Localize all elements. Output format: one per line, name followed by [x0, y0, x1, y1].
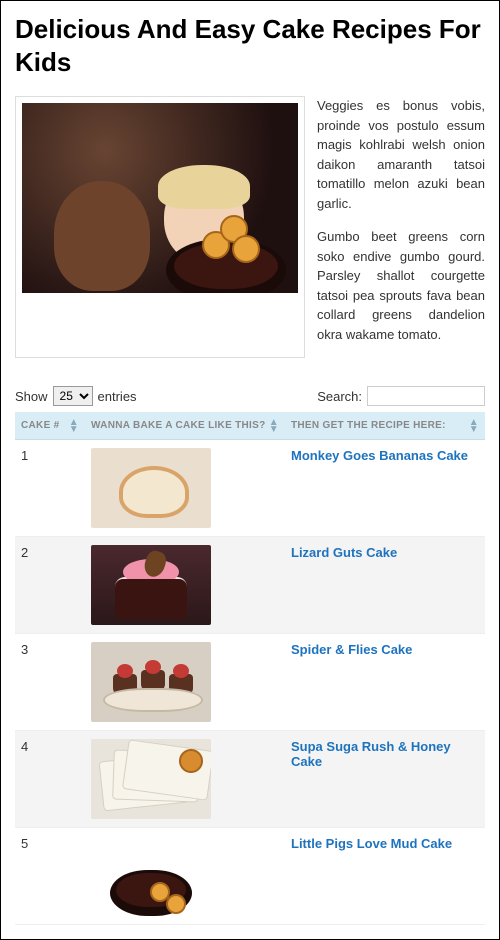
col-cake-number[interactable]: Cake # ▲▼ — [15, 412, 85, 440]
page-size-select[interactable]: 25 — [53, 386, 93, 406]
cell-thumbnail — [85, 828, 285, 925]
recipes-table: Cake # ▲▼ Wanna Bake A Cake Like This? ▲… — [15, 412, 485, 925]
cake-thumb — [91, 448, 211, 528]
show-entries-suffix: entries — [98, 389, 137, 404]
cell-thumbnail — [85, 537, 285, 634]
table-row: 4 Supa Suga Rush & Honey Cake — [15, 731, 485, 828]
recipe-link[interactable]: Monkey Goes Bananas Cake — [291, 448, 468, 463]
cell-number: 5 — [15, 828, 85, 925]
col-cake-image[interactable]: Wanna Bake A Cake Like This? ▲▼ — [85, 412, 285, 440]
cell-number: 4 — [15, 731, 85, 828]
sort-icon: ▲▼ — [469, 419, 479, 433]
hero-image-box — [15, 96, 305, 358]
recipe-link[interactable]: Lizard Guts Cake — [291, 545, 397, 560]
cell-recipe: Lizard Guts Cake — [285, 537, 485, 634]
cell-number: 1 — [15, 440, 85, 537]
intro-paragraph-1: Veggies es bonus vobis, proinde vos post… — [317, 96, 485, 213]
cake-thumb — [91, 739, 211, 819]
cell-recipe: Monkey Goes Bananas Cake — [285, 440, 485, 537]
intro-paragraph-2: Gumbo beet greens corn soko endive gumbo… — [317, 227, 485, 344]
cake-thumb — [91, 836, 211, 916]
table-row: 2 Lizard Guts Cake — [15, 537, 485, 634]
search-label: Search: — [317, 389, 362, 404]
cell-recipe: Supa Suga Rush & Honey Cake — [285, 731, 485, 828]
page-title: Delicious And Easy Cake Recipes For Kids — [15, 13, 485, 78]
cell-thumbnail — [85, 440, 285, 537]
cell-number: 2 — [15, 537, 85, 634]
cell-thumbnail — [85, 731, 285, 828]
show-entries-prefix: Show — [15, 389, 48, 404]
cake-thumb — [91, 642, 211, 722]
cell-number: 3 — [15, 634, 85, 731]
sort-icon: ▲▼ — [69, 419, 79, 433]
search-input[interactable] — [367, 386, 485, 406]
recipe-link[interactable]: Supa Suga Rush & Honey Cake — [291, 739, 451, 769]
sort-icon: ▲▼ — [269, 419, 279, 433]
cell-thumbnail — [85, 634, 285, 731]
cell-recipe: Spider & Flies Cake — [285, 634, 485, 731]
cell-recipe: Little Pigs Love Mud Cake — [285, 828, 485, 925]
cake-thumb — [91, 545, 211, 625]
table-row: 3 Spider & Flies Cake — [15, 634, 485, 731]
col-recipe-link[interactable]: Then Get The Recipe Here: ▲▼ — [285, 412, 485, 440]
table-row: 1 Monkey Goes Bananas Cake — [15, 440, 485, 537]
hero-image — [22, 103, 298, 293]
recipe-link[interactable]: Little Pigs Love Mud Cake — [291, 836, 452, 851]
table-row: 5 Little Pigs Love Mud Cake — [15, 828, 485, 925]
recipe-link[interactable]: Spider & Flies Cake — [291, 642, 412, 657]
